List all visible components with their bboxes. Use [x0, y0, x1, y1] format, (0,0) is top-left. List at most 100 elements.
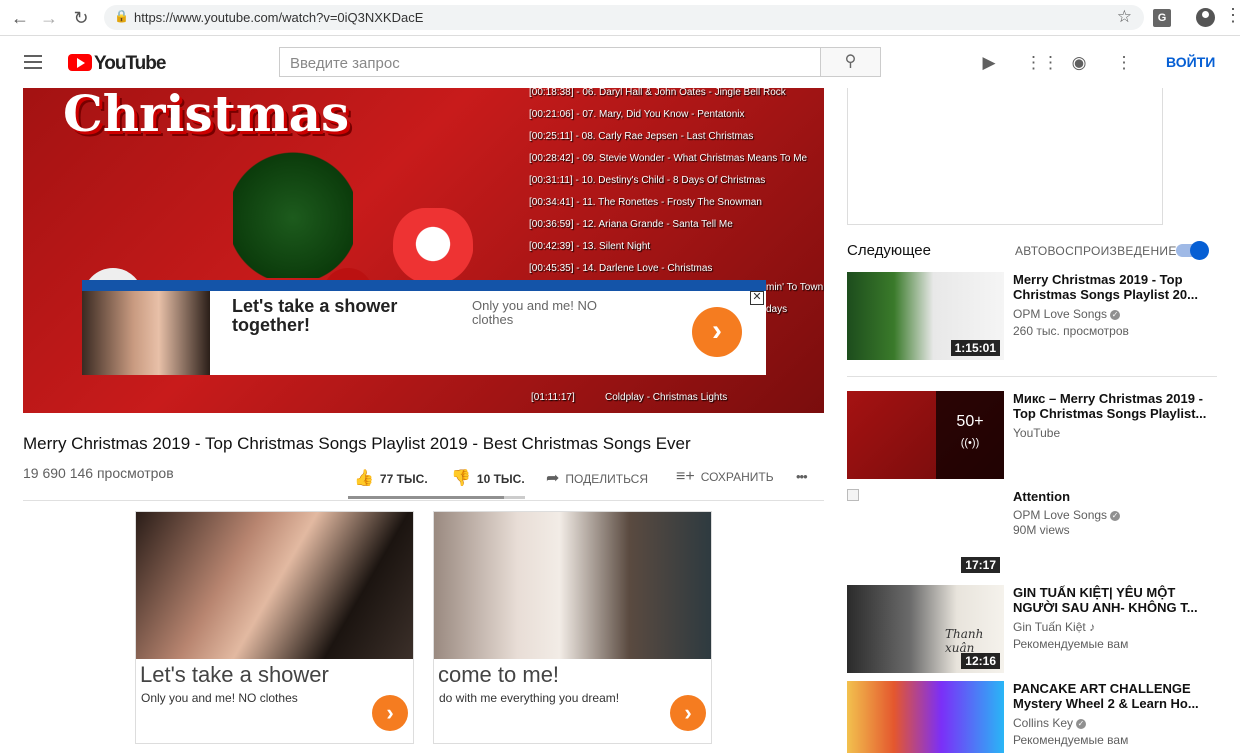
track-line-partial: Coldplay - Christmas Lights [605, 392, 728, 403]
mix-count: 50+ [956, 413, 984, 430]
thumbs-down-icon: 👎 [451, 470, 471, 487]
ad-close-icon[interactable]: ✕ [750, 291, 764, 305]
divider [23, 500, 824, 501]
rec-title[interactable]: Merry Christmas 2019 - Top Christmas Son… [1013, 272, 1209, 302]
youtube-logo-text: YouTube [94, 53, 166, 74]
bookmark-star-icon[interactable]: ☆ [1117, 7, 1132, 27]
track-line: [00:21:06] - 07. Mary, Did You Know - Pe… [529, 109, 745, 120]
ad-card-image [434, 512, 711, 659]
dislike-count: 10 ТЫС. [476, 472, 525, 486]
video-duration: 12:16 [961, 653, 1000, 669]
rec-title[interactable]: Микс – Merry Christmas 2019 - Top Christ… [1013, 391, 1209, 421]
ad-photo [82, 291, 210, 375]
video-thumbnail[interactable]: 1:15:01 [847, 272, 1004, 360]
rec-title[interactable]: PANCAKE ART CHALLENGE Mystery Wheel 2 & … [1013, 681, 1209, 711]
overlay-ad-banner[interactable]: Let's take a shower together! Only you a… [82, 280, 766, 375]
recommended-video[interactable]: 1:15:01 Merry Christmas 2019 - Top Chris… [847, 272, 1217, 362]
sentiment-bar-fill [348, 496, 504, 499]
recommended-video[interactable]: PANCAKE ART CHALLENGE Mystery Wheel 2 & … [847, 681, 1217, 753]
broken-image-icon [847, 489, 859, 501]
profile-icon[interactable] [1196, 8, 1215, 27]
verified-check-icon: ✓ [1110, 309, 1121, 320]
create-video-icon[interactable]: ▶ [979, 53, 999, 73]
track-line: [00:36:59] - 12. Ariana Grande - Santa T… [529, 219, 733, 230]
track-line-partial: [01:11:17] [531, 392, 575, 403]
address-bar[interactable]: 🔒 https://www.youtube.com/watch?v=0iQ3NX… [104, 5, 1144, 30]
video-duration: 1:15:01 [950, 340, 1000, 356]
sentiment-bar [348, 496, 525, 499]
apps-grid-icon[interactable]: ⋮⋮ [1025, 53, 1059, 73]
rec-title[interactable]: GIN TUẤN KIỆT| YÊU MỘT NGƯỜI SAU ANH- KH… [1013, 585, 1209, 615]
share-button[interactable]: ➦ ПОДЕЛИТЬСЯ [546, 468, 648, 488]
ad-arrow-button[interactable]: › [692, 307, 742, 357]
track-line: [00:42:39] - 13. Silent Night [529, 241, 651, 252]
share-label: ПОДЕЛИТЬСЯ [565, 472, 649, 486]
verified-check-icon: ✓ [1076, 718, 1087, 729]
rec-meta: 260 тыс. просмотров [1013, 324, 1129, 338]
ad-card[interactable]: Let's take a shower Only you and me! NO … [135, 511, 414, 744]
ad-text: Only you and me! NO clothes [472, 298, 597, 327]
like-count: 77 ТЫС. [379, 472, 428, 486]
forward-arrow-icon[interactable]: → [38, 7, 60, 29]
rec-meta: Рекомендуемые вам [1013, 637, 1129, 651]
track-line: [00:25:11] - 08. Carly Rae Jepsen - Last… [529, 131, 754, 142]
ad-card-headline: Let's take a shower [140, 662, 329, 687]
hamburger-menu-icon[interactable] [24, 55, 42, 69]
divider [847, 376, 1217, 377]
rec-channel: OPM Love Songs ✓ [1013, 508, 1121, 522]
ad-card-arrow-button[interactable]: › [670, 695, 706, 731]
share-arrow-icon: ➦ [546, 470, 560, 487]
lock-icon: 🔒 [114, 9, 129, 23]
autoplay-toggle[interactable] [1176, 241, 1209, 260]
autoplay-label: АВТОВОСПРОИЗВЕДЕНИЕ [1015, 244, 1177, 258]
track-line: [00:45:35] - 14. Darlene Love - Christma… [529, 263, 713, 274]
dislike-button[interactable]: 👎 10 ТЫС. [451, 468, 525, 488]
rec-channel-name: Collins Key [1013, 716, 1074, 730]
track-line-partial: min' To Town [766, 282, 824, 293]
ad-card-arrow-button[interactable]: › [372, 695, 408, 731]
track-line: [00:18:38] - 06. Daryl Hall & John Oates… [529, 88, 786, 98]
login-button[interactable]: ВОЙТИ [1166, 54, 1215, 70]
like-button[interactable]: 👍 77 ТЫС. [354, 468, 428, 488]
ad-card-image [136, 512, 413, 659]
save-label: СОХРАНИТЬ [700, 470, 774, 484]
rec-meta: 90M views [1013, 523, 1070, 537]
rec-meta: Рекомендуемые вам [1013, 733, 1129, 747]
video-thumbnail[interactable]: 50+ ((•)) [847, 391, 1004, 479]
recommended-video[interactable]: Thanh xuân 12:16 GIN TUẤN KIỆT| YÊU MỘT … [847, 585, 1217, 675]
rec-channel-name: OPM Love Songs [1013, 508, 1108, 522]
settings-kebab-icon[interactable]: ⋮ [1114, 53, 1134, 73]
extension-icon[interactable]: G [1153, 9, 1171, 27]
rec-channel-name: Gin Tuấn Kiệt [1013, 620, 1086, 634]
back-arrow-icon[interactable]: ← [9, 7, 31, 29]
up-next-heading: Следующее [847, 242, 931, 259]
ad-card[interactable]: come to me! do with me everything you dr… [433, 511, 712, 744]
rec-channel: OPM Love Songs ✓ [1013, 307, 1121, 321]
video-thumbnail[interactable]: 17:17 [847, 489, 1004, 577]
video-duration: 17:17 [961, 557, 1000, 573]
track-line-partial: days [766, 304, 788, 315]
tracklist-overlay: [00:18:38] - 06. Daryl Hall & John Oates… [529, 88, 807, 280]
save-button[interactable]: ≡+ СОХРАНИТЬ [676, 468, 774, 486]
ad-headline: Let's take a shower together! [232, 296, 398, 335]
video-title: Merry Christmas 2019 - Top Christmas Son… [23, 434, 691, 453]
search-input[interactable]: Введите запрос [279, 47, 821, 77]
reload-icon[interactable]: ↻ [70, 7, 92, 29]
browser-menu-icon[interactable]: ⋮ [1224, 5, 1240, 26]
view-count: 19 690 146 просмотров [23, 465, 174, 481]
rec-channel: Gin Tuấn Kiệt ♪ [1013, 620, 1095, 634]
recommended-mix[interactable]: 50+ ((•)) Микс – Merry Christmas 2019 - … [847, 391, 1217, 481]
url-text: https://www.youtube.com/watch?v=0iQ3NXKD… [134, 10, 424, 25]
sidebar-ad-slot [847, 88, 1163, 225]
track-line: [00:31:11] - 10. Destiny's Child - 8 Day… [529, 175, 766, 186]
messages-icon[interactable]: ◉ [1069, 53, 1089, 73]
recommended-video[interactable]: 17:17 Attention OPM Love Songs ✓ 90M view… [847, 489, 1217, 577]
video-thumbnail[interactable]: Thanh xuân 12:16 [847, 585, 1004, 673]
search-button[interactable]: ⚲ [820, 47, 881, 77]
more-actions-icon[interactable]: ••• [796, 469, 808, 484]
thumb-caption: Thanh xuân [945, 627, 984, 655]
video-thumbnail[interactable] [847, 681, 1004, 753]
rec-title[interactable]: Attention [1013, 489, 1209, 504]
track-line: [00:28:42] - 09. Stevie Wonder - What Ch… [529, 153, 808, 164]
rec-channel-name: OPM Love Songs [1013, 307, 1108, 321]
